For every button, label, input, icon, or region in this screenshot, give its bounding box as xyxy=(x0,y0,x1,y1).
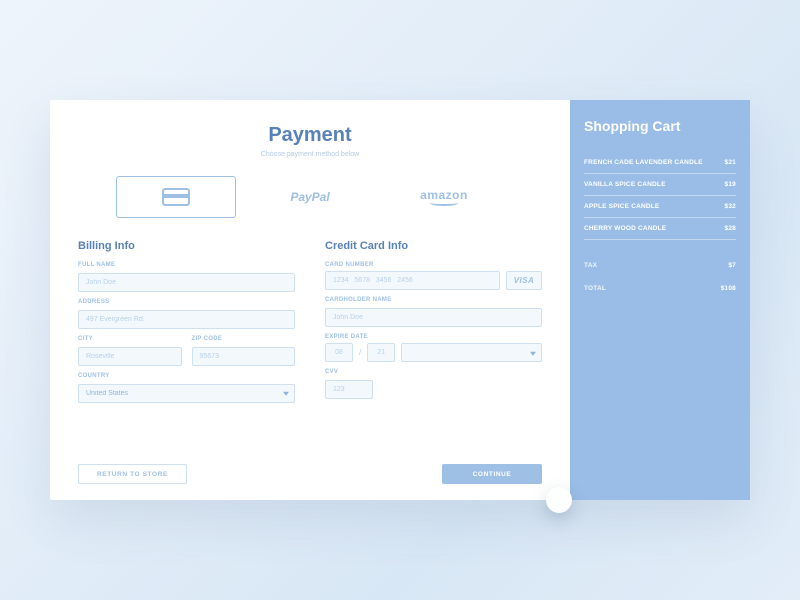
cart-item-name: CHERRY WOOD CANDLE xyxy=(584,225,666,232)
cc-column: Credit Card Info CARD NUMBER VISA CARDHO… xyxy=(325,240,542,403)
billing-title: Billing Info xyxy=(78,240,295,252)
footer-actions: RETURN TO STORE CONTINUE xyxy=(78,450,542,484)
cart-item-name: VANILLA SPICE CANDLE xyxy=(584,181,666,188)
page-subtitle: Choose payment method below xyxy=(78,151,542,158)
cc-number-label: CARD NUMBER xyxy=(325,262,542,268)
cart-title: Shopping Cart xyxy=(584,118,736,134)
payment-panel: Payment Choose payment method below PayP… xyxy=(50,100,570,500)
city-input[interactable] xyxy=(78,347,182,366)
cart-item-name: APPLE SPICE CANDLE xyxy=(584,203,659,210)
city-label: CITY xyxy=(78,336,182,342)
cart-item-name: FRENCH CADE LAVENDER CANDLE xyxy=(584,159,703,166)
cc-title: Credit Card Info xyxy=(325,240,542,252)
cart-item: FRENCH CADE LAVENDER CANDLE $21 xyxy=(584,152,736,174)
country-select[interactable] xyxy=(78,382,295,403)
cc-exp-label: EXPIRE DATE xyxy=(325,334,542,340)
header: Payment Choose payment method below xyxy=(78,124,542,158)
full-name-label: FULL NAME xyxy=(78,262,295,268)
cc-cvv-input[interactable] xyxy=(325,380,373,399)
cart-totals: TAX $7 TOTAL $108 xyxy=(584,254,736,300)
full-name-input[interactable] xyxy=(78,273,295,292)
payment-modal: Payment Choose payment method below PayP… xyxy=(50,100,750,500)
paypal-logo: PayPal xyxy=(290,190,329,204)
cc-exp-month[interactable] xyxy=(325,343,353,362)
exp-separator: / xyxy=(359,348,361,357)
cart-item-price: $28 xyxy=(725,225,736,232)
cart-item: VANILLA SPICE CANDLE $19 xyxy=(584,174,736,196)
chevron-down-icon xyxy=(530,351,536,355)
method-card[interactable] xyxy=(116,176,236,218)
page-title: Payment xyxy=(78,124,542,147)
credit-card-icon xyxy=(162,188,190,206)
amazon-logo: amazon xyxy=(420,188,468,206)
form-columns: Billing Info FULL NAME ADDRESS CITY ZIP … xyxy=(78,240,542,403)
payment-methods: PayPal amazon xyxy=(78,176,542,218)
method-amazon[interactable]: amazon xyxy=(384,176,504,218)
return-button[interactable]: RETURN TO STORE xyxy=(78,464,187,484)
cc-exp-year[interactable] xyxy=(367,343,395,362)
country-label: COUNTRY xyxy=(78,373,295,379)
cc-cvv-label: CVV xyxy=(325,369,542,375)
floating-action-button[interactable] xyxy=(546,487,572,513)
continue-button[interactable]: CONTINUE xyxy=(442,464,542,484)
card-brand-badge: VISA xyxy=(506,271,542,290)
cart-item-price: $32 xyxy=(725,203,736,210)
cart-total: TOTAL $108 xyxy=(584,277,736,300)
chevron-down-icon xyxy=(283,391,289,395)
cc-number-input[interactable] xyxy=(325,271,500,290)
country-value[interactable] xyxy=(78,384,295,403)
billing-column: Billing Info FULL NAME ADDRESS CITY ZIP … xyxy=(78,240,295,403)
cart-item: APPLE SPICE CANDLE $32 xyxy=(584,196,736,218)
cart-item: CHERRY WOOD CANDLE $28 xyxy=(584,218,736,240)
cart-item-price: $21 xyxy=(725,159,736,166)
cart-panel: Shopping Cart FRENCH CADE LAVENDER CANDL… xyxy=(570,100,750,500)
cart-item-price: $19 xyxy=(725,181,736,188)
cc-exp-picker[interactable] xyxy=(401,343,542,362)
cart-items: FRENCH CADE LAVENDER CANDLE $21 VANILLA … xyxy=(584,152,736,240)
cc-holder-input[interactable] xyxy=(325,308,542,327)
method-paypal[interactable]: PayPal xyxy=(250,176,370,218)
cc-holder-label: CARDHOLDER NAME xyxy=(325,297,542,303)
cart-tax: TAX $7 xyxy=(584,254,736,277)
zip-input[interactable] xyxy=(192,347,296,366)
address-label: ADDRESS xyxy=(78,299,295,305)
address-input[interactable] xyxy=(78,310,295,329)
zip-label: ZIP CODE xyxy=(192,336,296,342)
